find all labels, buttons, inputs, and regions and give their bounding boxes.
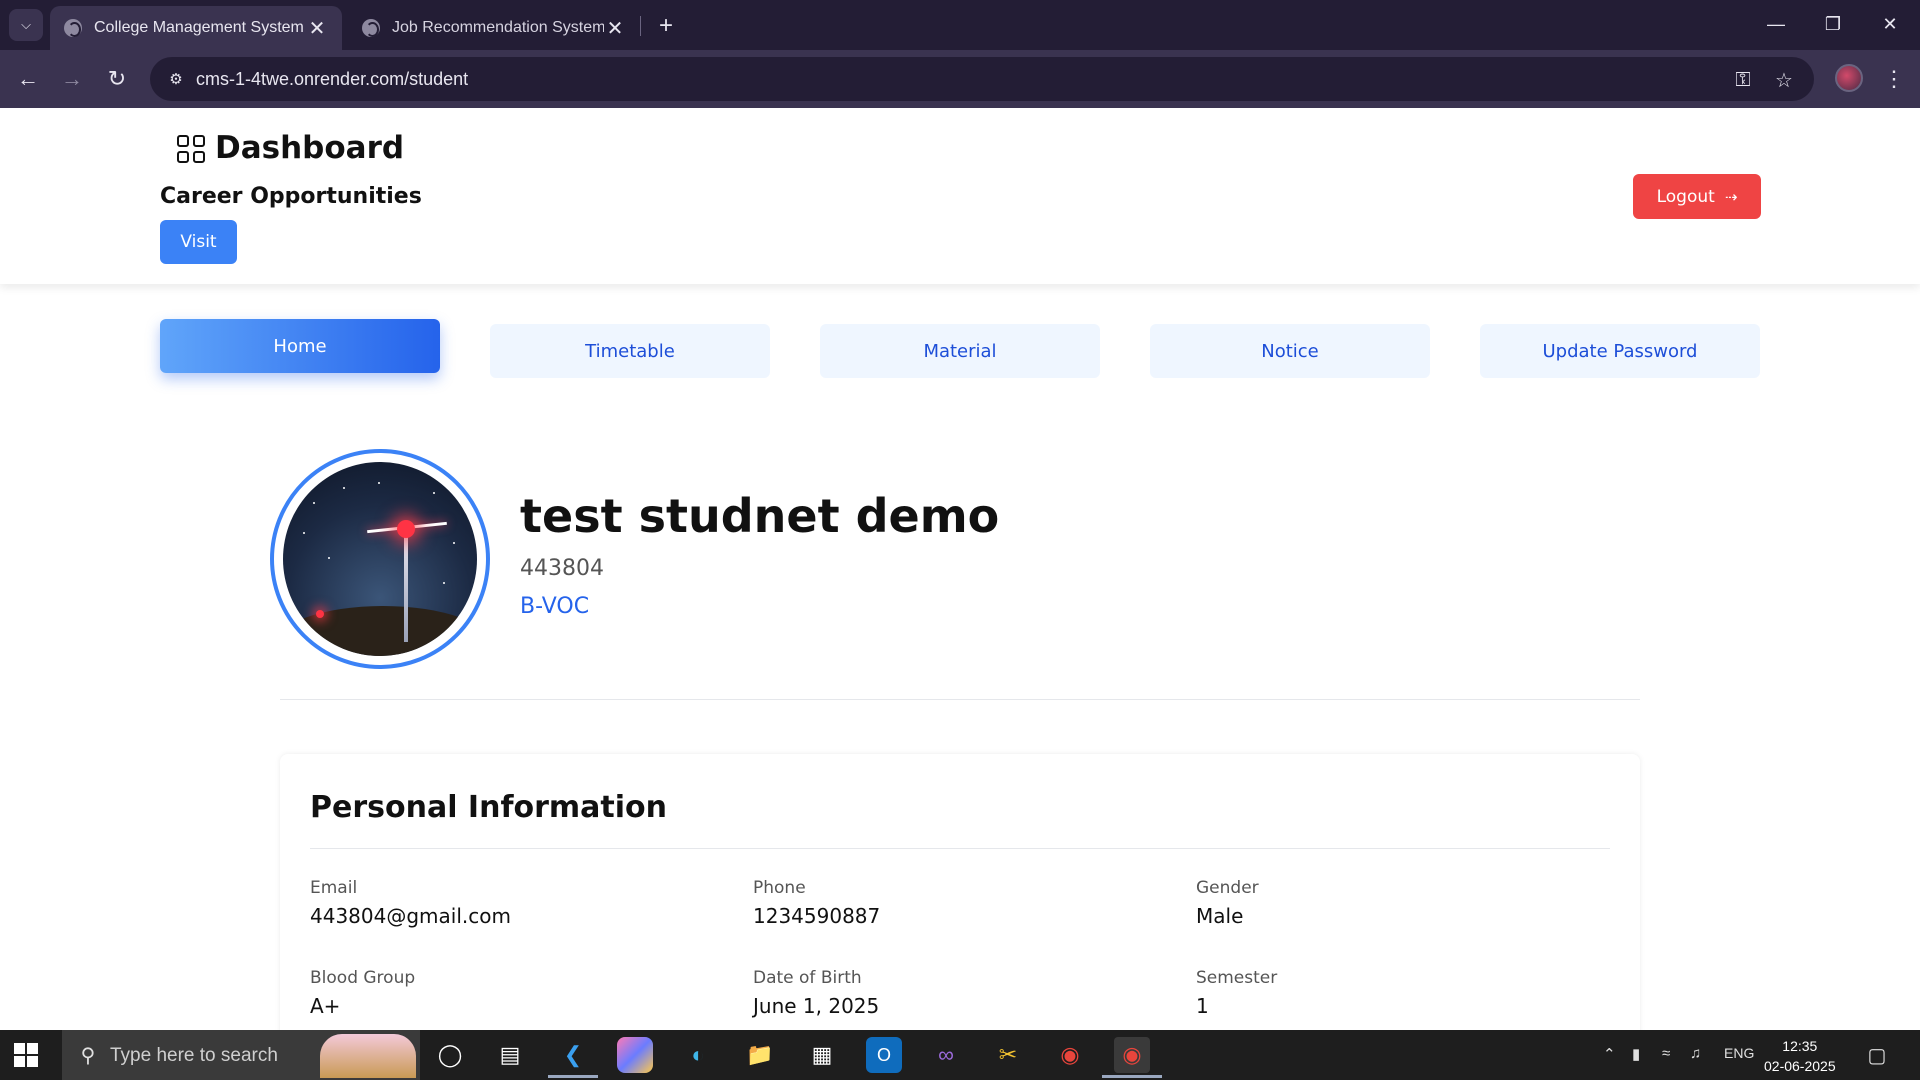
field-gender: Gender Male [1196,878,1259,928]
clock-time: 12:35 [1782,1038,1818,1054]
store-icon[interactable]: ▦ [804,1037,840,1073]
nav-tab-update-password[interactable]: Update Password [1480,324,1760,378]
profile-photo [283,462,477,656]
active-app-indicator [548,1075,598,1078]
address-bar[interactable]: ⚙ cms-1-4twe.onrender.com/student ⚿ ☆ [150,57,1814,101]
snipping-tool-icon[interactable]: ✂ [990,1037,1026,1073]
close-window-button[interactable]: ✕ [1870,8,1910,40]
globe-icon [362,19,380,37]
search-placeholder: Type here to search [110,1045,278,1066]
vscode-icon[interactable]: ❮ [555,1037,591,1073]
field-label: Email [310,878,358,898]
task-view-icon[interactable]: ▤ [492,1037,528,1073]
tab-college-management[interactable]: College Management System ✕ [50,6,342,50]
field-semester: Semester 1 [1196,968,1277,1018]
taskbar-clock[interactable]: 12:35 02-06-2025 [1764,1036,1836,1076]
close-tab-icon[interactable]: ✕ [604,16,626,41]
outlook-icon[interactable]: O [866,1037,902,1073]
field-value: Male [1196,904,1244,928]
cortana-icon[interactable]: ◯ [432,1037,468,1073]
minimize-button[interactable]: — [1756,8,1796,40]
field-value: 443804@gmail.com [310,904,511,928]
chevron-down-icon: ⌵ [21,17,31,32]
new-tab-button[interactable]: + [652,12,680,40]
student-branch: B-VOC [520,594,590,619]
chrome-profile-icon[interactable]: ◉ [1114,1037,1150,1073]
browser-tab-strip: ⌵ College Management System ✕ Job Recomm… [0,0,1920,50]
field-value: June 1, 2025 [753,994,880,1018]
field-label: Phone [753,878,806,898]
page-content: Dashboard Career Opportunities Visit Log… [0,108,1920,1030]
career-heading: Career Opportunities [160,184,422,209]
close-tab-icon[interactable]: ✕ [306,16,328,41]
field-phone: Phone 1234590887 [753,878,880,928]
field-value: A+ [310,994,341,1018]
field-label: Blood Group [310,968,416,988]
clock-date: 02-06-2025 [1764,1058,1836,1074]
visit-button[interactable]: Visit [160,220,237,264]
search-icon: ⚲ [80,1044,96,1067]
dashboard-title: Dashboard [215,130,405,166]
nav-tab-timetable[interactable]: Timetable [490,324,770,378]
reload-icon[interactable]: ↻ [101,63,133,95]
forward-arrow-icon[interactable]: → [56,63,88,95]
profile-photo-frame [270,449,490,669]
field-date-of-birth: Date of Birth June 1, 2025 [753,968,879,1018]
logout-button[interactable]: Logout ⇢ [1633,174,1761,219]
windows-start-icon[interactable] [14,1043,38,1067]
field-label: Semester [1196,968,1278,988]
tab-separator [640,16,641,36]
logout-icon: ⇢ [1724,187,1738,206]
copilot-icon[interactable] [617,1037,653,1073]
windows-taskbar: ⚲ Type here to search ◯ ▤ ❮ ◐ 📁 ▦ O ∞ ✂ … [0,1030,1920,1080]
active-app-indicator [1102,1075,1162,1078]
notification-icon[interactable]: ▢ [1864,1043,1890,1067]
edge-icon[interactable]: ◐ [680,1037,716,1073]
back-arrow-icon[interactable]: ← [12,63,44,95]
browser-toolbar: ← → ↻ ⚙ cms-1-4twe.onrender.com/student … [0,50,1920,108]
field-value: 1234590887 [753,904,881,928]
restore-button[interactable]: ❐ [1813,8,1853,40]
taskbar-search-box[interactable]: ⚲ Type here to search [62,1030,420,1080]
bookmark-star-icon[interactable]: ☆ [1771,67,1797,93]
nav-tab-notice[interactable]: Notice [1150,324,1430,378]
app-header: Dashboard Career Opportunities Visit Log… [0,108,1920,284]
visual-studio-icon[interactable]: ∞ [928,1037,964,1073]
site-info-icon[interactable]: ⚙ [164,68,188,90]
section-divider [280,699,1640,700]
volume-icon[interactable]: ♫ [1690,1045,1701,1062]
personal-info-card: Personal Information Email 443804@gmail.… [280,754,1640,1030]
field-value: 1 [1196,994,1209,1018]
menu-kebab-icon[interactable]: ⋮ [1880,63,1908,95]
tab-job-recommendation[interactable]: Job Recommendation System ✕ [348,6,640,50]
nav-tab-material[interactable]: Material [820,324,1100,378]
field-label: Gender [1196,878,1259,898]
field-label: Date of Birth [753,968,862,988]
logout-label: Logout [1656,186,1715,207]
file-explorer-icon[interactable]: 📁 [742,1037,778,1073]
field-email: Email 443804@gmail.com [310,878,511,928]
password-key-icon[interactable]: ⚿ [1730,67,1756,93]
profile-avatar[interactable] [1835,64,1863,92]
grid-icon [177,135,205,163]
tab-title: Job Recommendation System [392,19,604,36]
wifi-icon[interactable]: ≈ [1662,1045,1670,1062]
nav-tab-home[interactable]: Home [160,319,440,373]
tab-title: College Management System [94,19,304,36]
chrome-icon[interactable]: ◉ [1052,1037,1088,1073]
url-text[interactable]: cms-1-4twe.onrender.com/student [196,69,468,90]
tab-search-button[interactable]: ⌵ [9,9,43,41]
tray-chevron-up-icon[interactable]: ⌃ [1603,1045,1616,1063]
personal-info-title: Personal Information [310,790,667,825]
language-indicator[interactable]: ENG [1724,1045,1754,1061]
student-enrollment: 443804 [520,556,604,581]
card-divider [310,848,1610,849]
search-highlight-image [320,1034,416,1078]
globe-icon [64,19,82,37]
battery-icon[interactable]: ▮ [1632,1045,1640,1063]
student-name: test studnet demo [520,489,1000,543]
field-blood-group: Blood Group A+ [310,968,415,1018]
